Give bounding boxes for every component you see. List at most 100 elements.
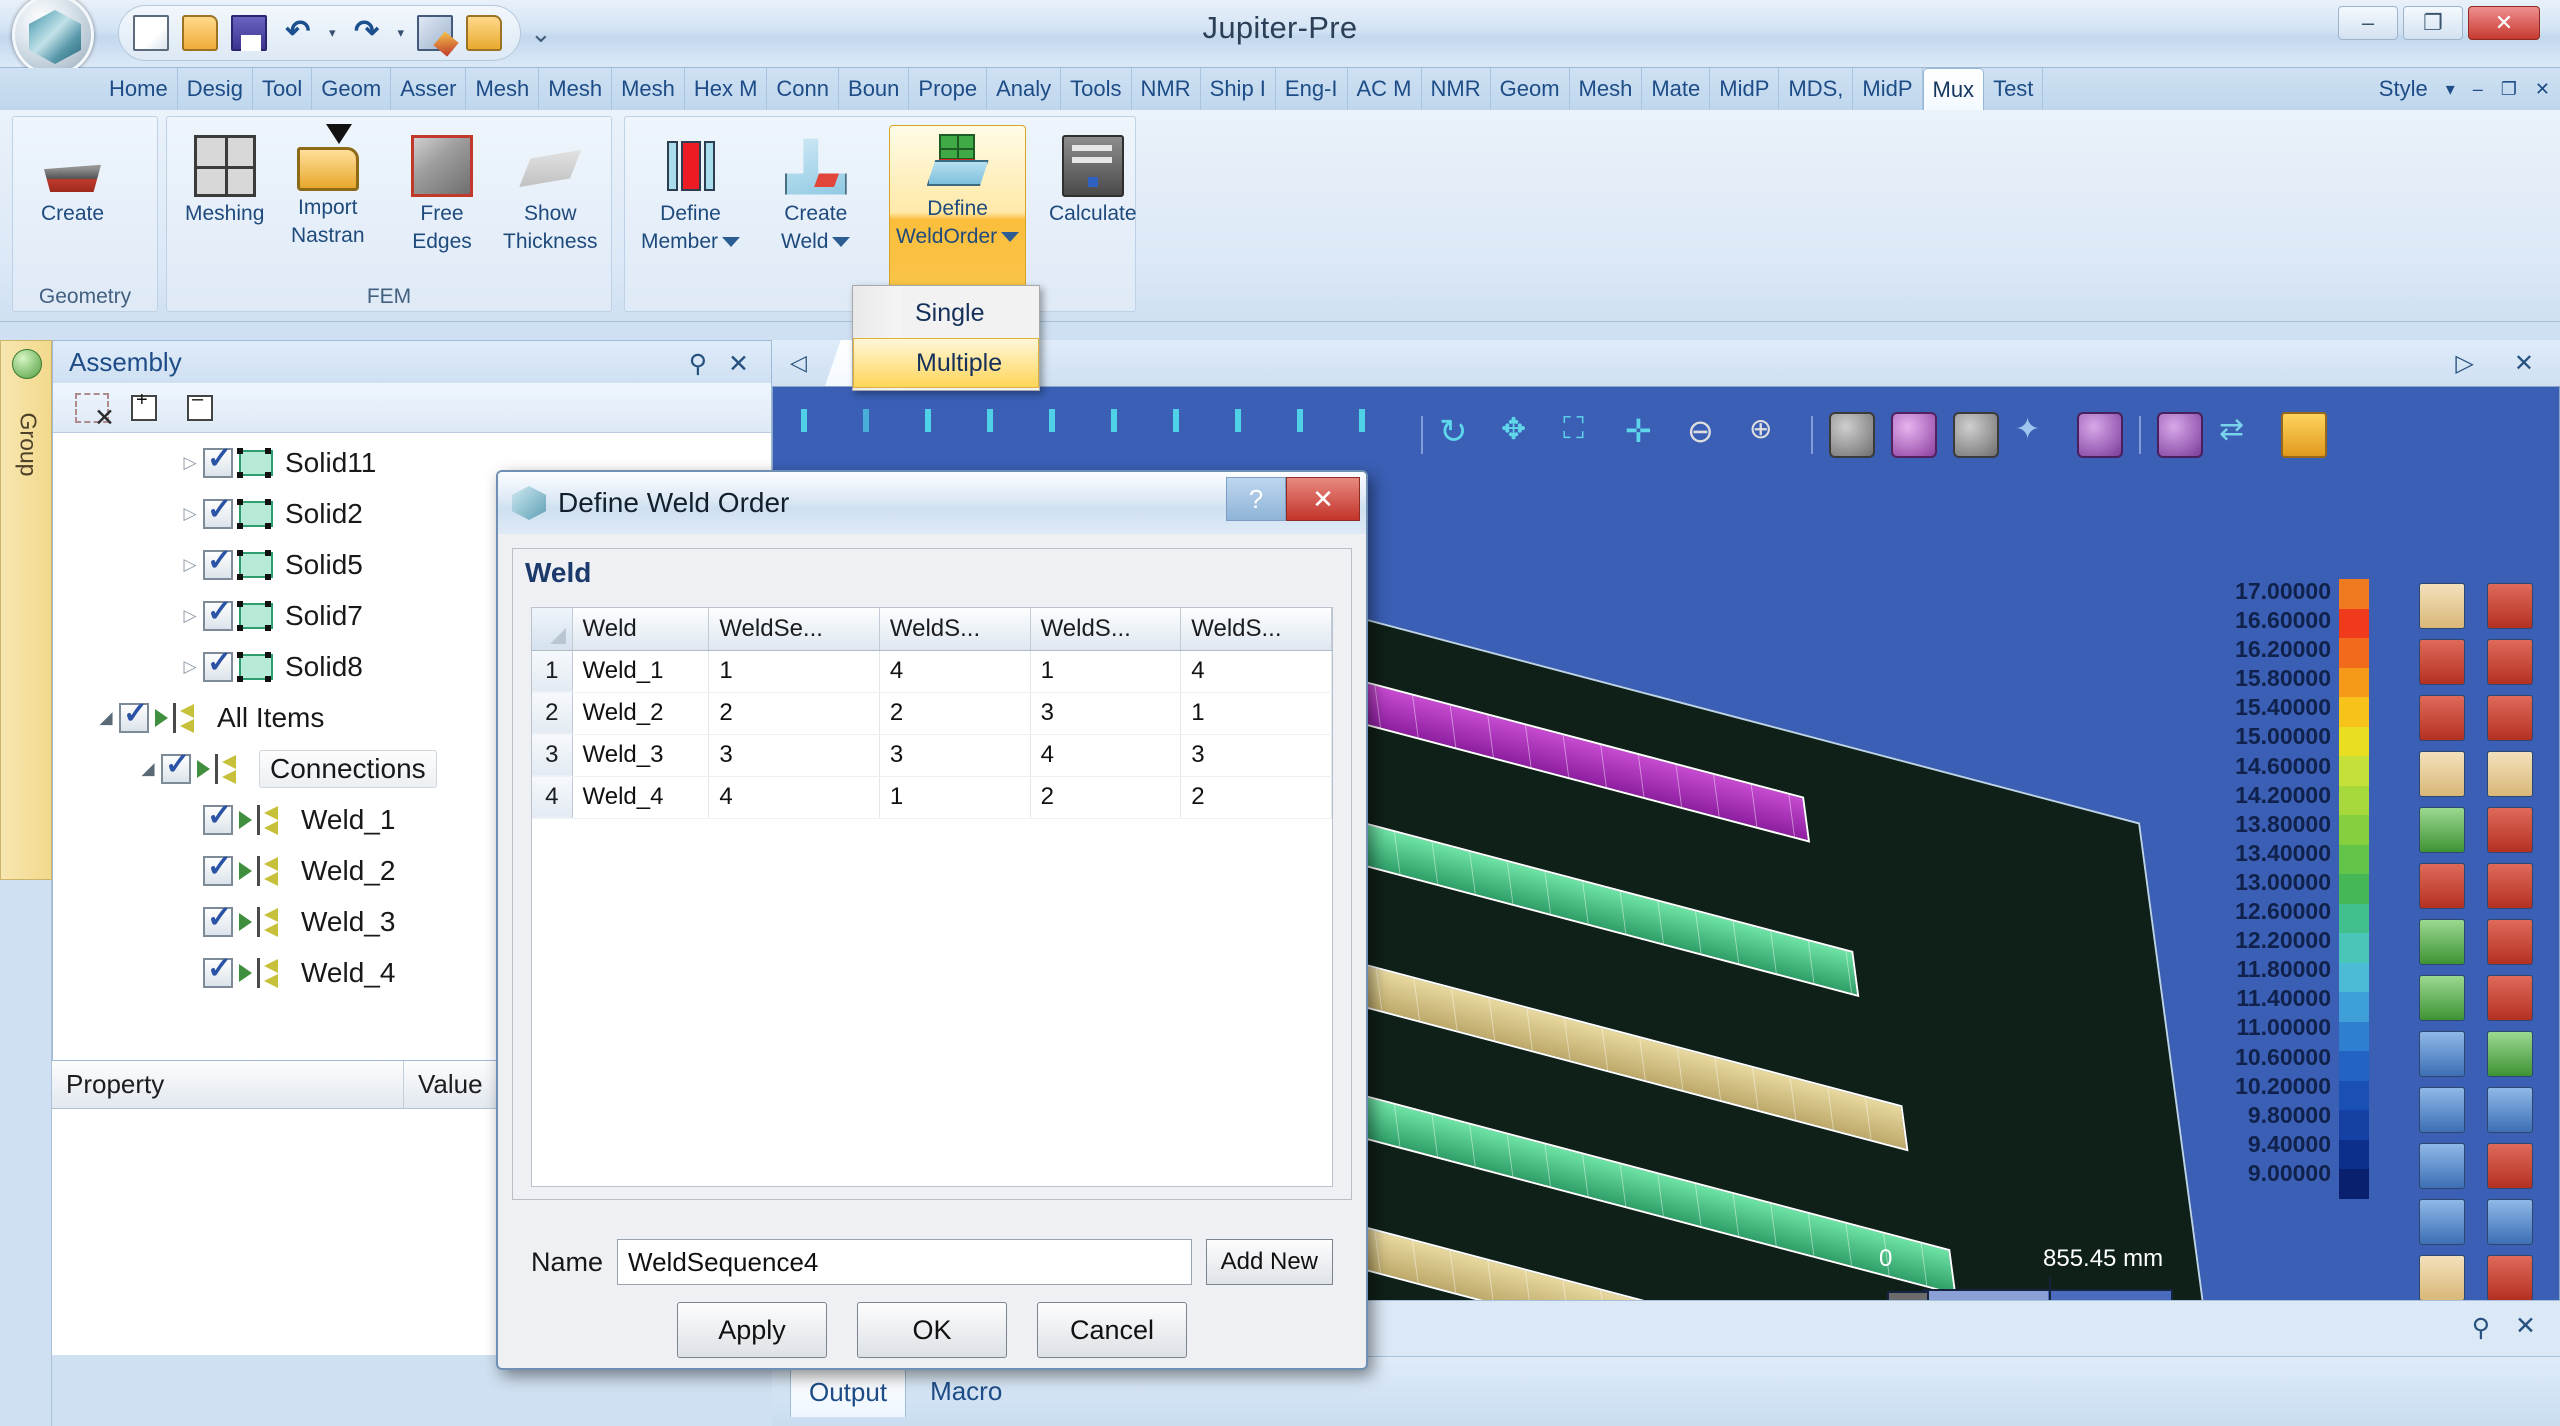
tree-checkbox[interactable] <box>203 798 233 835</box>
ribbon-tab-mesh[interactable]: Mesh <box>1570 68 1643 110</box>
ribbon-tab-boun[interactable]: Boun <box>839 68 910 110</box>
solid-icon[interactable] <box>2487 583 2533 629</box>
create-weld-dropdown-icon[interactable] <box>832 237 851 248</box>
ribbon-button-import-nastran[interactable]: Import Nastran <box>285 124 371 251</box>
output-pin-icon[interactable]: ⚲ <box>2472 1313 2490 1343</box>
zoom-out-icon[interactable]: ⊖ <box>1687 412 1733 458</box>
table-cell[interactable]: 4 <box>1180 650 1332 693</box>
add-new-button[interactable]: Add New <box>1205 1239 1333 1285</box>
tree-checkbox[interactable] <box>203 900 233 937</box>
ribbon-button-define-weldorder[interactable]: Define WeldOrder <box>889 125 1027 307</box>
ribbon-button-meshing[interactable]: Meshing <box>179 131 270 229</box>
view-left-icon[interactable] <box>1049 409 1095 458</box>
bottom-tab-output[interactable]: Output <box>790 1366 907 1417</box>
ribbon-tab-ship-i[interactable]: Ship I <box>1201 68 1276 110</box>
minimize-button[interactable]: – <box>2338 6 2398 40</box>
ribbon-close-icon[interactable]: ✕ <box>2535 79 2550 100</box>
annotate-icon[interactable] <box>2487 1143 2533 1189</box>
cancel-button[interactable]: Cancel <box>1037 1302 1187 1358</box>
plane-icon[interactable] <box>2487 863 2533 909</box>
view-front-icon[interactable] <box>863 409 909 458</box>
light-icon[interactable]: ✦ <box>2015 412 2061 458</box>
table-cell[interactable]: 3 <box>708 734 880 777</box>
ribbon-tab-analy[interactable]: Analy <box>987 68 1062 110</box>
table-cell[interactable]: Weld_1 <box>572 650 710 693</box>
view-bottom-icon[interactable] <box>987 409 1033 458</box>
extrude-icon[interactable] <box>2487 751 2533 797</box>
table-corner-cell[interactable] <box>532 608 573 651</box>
table-cell[interactable]: 2 <box>1030 776 1182 819</box>
shade-grey-icon[interactable] <box>1829 412 1875 458</box>
select-box-icon[interactable] <box>2419 583 2465 629</box>
collapse-all-icon[interactable] <box>187 388 221 423</box>
connection-icon[interactable] <box>2487 1087 2533 1133</box>
table-cell[interactable]: 3 <box>879 734 1031 777</box>
row-header-cell[interactable]: 2 <box>532 692 573 735</box>
tree-checkbox[interactable] <box>203 951 233 988</box>
color-set-icon[interactable] <box>2487 1199 2533 1245</box>
dialog-close-button[interactable]: ✕ <box>1286 477 1360 521</box>
table-column-header[interactable]: WeldS... <box>879 608 1031 651</box>
ribbon-tab-nmr[interactable]: NMR <box>1132 68 1201 110</box>
row-header-cell[interactable]: 1 <box>532 650 573 693</box>
table-cell[interactable]: 4 <box>1030 734 1182 777</box>
measure-icon[interactable] <box>2419 1143 2465 1189</box>
ribbon-tab-tool[interactable]: Tool <box>253 68 313 110</box>
zoom-in-icon[interactable]: ⊕ <box>1749 412 1795 458</box>
ribbon-tab-geom[interactable]: Geom <box>312 68 392 110</box>
define-weld-order-dialog[interactable]: Define Weld Order ? ✕ Weld Weld WeldSe...… <box>496 470 1368 1370</box>
table-cell[interactable]: 4 <box>879 650 1031 693</box>
table-row[interactable]: 4 Weld_4 4 1 2 2 <box>532 776 1332 819</box>
layer-icon[interactable] <box>2487 807 2533 853</box>
row-header-cell[interactable]: 3 <box>532 734 573 777</box>
lasso-select-icon[interactable] <box>2419 751 2465 797</box>
polygon-select-icon[interactable] <box>2419 695 2465 741</box>
ribbon-tab-midp[interactable]: MidP <box>1710 68 1780 110</box>
maximize-button[interactable]: ❐ <box>2403 6 2463 40</box>
tree-checkbox[interactable] <box>119 696 149 733</box>
group-view-icon[interactable] <box>2419 1199 2465 1245</box>
close-button[interactable]: ✕ <box>2468 6 2540 40</box>
table-column-header[interactable]: Weld <box>572 608 710 651</box>
tree-checkbox[interactable] <box>203 849 233 886</box>
plane-cut-icon[interactable] <box>2487 1031 2533 1077</box>
clear-selection-icon[interactable] <box>75 392 115 433</box>
ribbon-tab-mate[interactable]: Mate <box>1642 68 1711 110</box>
ribbon-tab-nmr[interactable]: NMR <box>1422 68 1491 110</box>
table-cell[interactable]: 2 <box>708 692 880 735</box>
table-row[interactable]: 2 Weld_2 2 2 3 1 <box>532 692 1332 735</box>
table-column-header[interactable]: WeldS... <box>1180 608 1332 651</box>
ribbon-tab-geom[interactable]: Geom <box>1491 68 1570 110</box>
tree-checkbox[interactable] <box>161 747 191 784</box>
clip-box-icon[interactable] <box>2419 863 2465 909</box>
pan-icon[interactable]: ✥ <box>1501 412 1547 458</box>
style-dropdown-icon[interactable]: ▾ <box>2446 79 2455 100</box>
ribbon-button-show-thickness[interactable]: Show Thickness <box>497 131 604 257</box>
expand-arrow-icon[interactable]: ▷ <box>177 504 203 524</box>
weldorder-menu-item-multiple[interactable]: Multiple <box>853 338 1039 388</box>
ribbon-tab-mesh[interactable]: Mesh <box>466 68 540 110</box>
table-column-header[interactable]: WeldSe... <box>708 608 880 651</box>
delete-view-icon[interactable] <box>2487 1255 2533 1301</box>
ribbon-tab-mesh[interactable]: Mesh <box>539 68 613 110</box>
ribbon-button-create-weld[interactable]: Create Weld <box>775 131 856 257</box>
style-menu[interactable]: Style <box>2379 76 2428 102</box>
ribbon-tab-home[interactable]: Home <box>100 68 178 110</box>
node-select-icon[interactable] <box>2419 919 2465 965</box>
mesh-display-icon[interactable] <box>2157 412 2203 458</box>
table-cell[interactable]: 1 <box>1030 650 1182 693</box>
render-mode-icon[interactable] <box>2077 412 2123 458</box>
viewport-tab-next-icon[interactable]: ▷ <box>2455 349 2473 378</box>
viewport-tab-prev-icon[interactable]: ◁ <box>772 350 825 376</box>
table-cell[interactable]: 3 <box>1180 734 1332 777</box>
ribbon-button-create[interactable]: Create <box>35 131 110 229</box>
collapse-arrow-icon[interactable]: ◢ <box>135 759 161 779</box>
zoom-window-icon[interactable]: ⛶ <box>1563 412 1609 458</box>
table-row[interactable]: 1 Weld_1 1 4 1 4 <box>532 650 1332 693</box>
viewport-tab-close-icon[interactable]: ✕ <box>2514 349 2534 378</box>
expand-arrow-icon[interactable]: ▷ <box>177 606 203 626</box>
assembly-pin-icon[interactable]: ⚲ <box>689 349 707 379</box>
weld-display-icon[interactable] <box>2281 412 2327 458</box>
define-weldorder-dropdown-icon[interactable] <box>1001 232 1020 243</box>
view-top-icon[interactable] <box>925 409 971 458</box>
